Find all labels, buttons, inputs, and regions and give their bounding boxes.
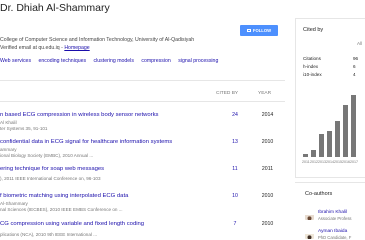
chart-year-label: 2013	[318, 160, 326, 164]
chart-year-label: 2014	[326, 160, 334, 164]
chart-bar-2014	[327, 131, 332, 157]
chart-bar-2015	[335, 121, 340, 157]
article-title[interactable]: confidential data in ECG signal for heal…	[0, 139, 172, 145]
chart-year-label: 2016	[342, 160, 350, 164]
cited-by-header[interactable]: CITED BY	[216, 91, 238, 96]
mail-icon	[246, 29, 251, 32]
coauthor-role: PhD Candidate, F	[318, 235, 352, 240]
chart-year-label: 2015	[334, 160, 342, 164]
article-authors: Al Khalil	[0, 120, 17, 125]
chart-year-label: 2011	[302, 160, 310, 164]
all-column-header: All	[357, 41, 363, 46]
citations-sidebar: Cited by All Citations 96 h-index 6 i10-…	[295, 0, 365, 240]
article-year: 2010	[261, 193, 274, 199]
follow-button[interactable]: FOLLOW	[240, 25, 278, 36]
article-cites[interactable]: 11	[225, 166, 245, 172]
metric-label[interactable]: Citations	[303, 56, 321, 61]
affiliation-text: College of Computer Science and Informat…	[0, 37, 195, 43]
metric-h-index: h-index 6	[303, 64, 356, 69]
article-cites[interactable]: 10	[225, 193, 245, 199]
article-cites[interactable]: 13	[225, 139, 245, 145]
article-year: 2011	[261, 166, 274, 172]
article-title[interactable]: n based ECG compression in wireless body…	[0, 112, 158, 118]
metric-value: 4	[353, 72, 356, 77]
article-authors: Al-Shammary	[0, 201, 28, 206]
chart-bar-2012	[311, 150, 316, 157]
article-venue: ), 2011 IEEE International Conference on…	[0, 176, 101, 181]
avatar[interactable]	[305, 211, 314, 220]
article-cites[interactable]: 24	[225, 112, 245, 118]
divider	[0, 101, 285, 102]
article-cites[interactable]: 7	[225, 221, 245, 227]
verified-email: Verified email at qu.edu.iq -	[0, 44, 65, 51]
article-title[interactable]: f biometric matching using interpolated …	[0, 193, 128, 199]
chart-bar-2017	[351, 95, 356, 157]
chart-bar-2016	[343, 105, 348, 157]
divider	[295, 182, 365, 183]
coauthor-name[interactable]: Ayman Ibaida	[318, 229, 347, 234]
metric-i10-index: i10-index 4	[303, 72, 356, 77]
article-year: 2014	[261, 112, 274, 118]
metric-value: 6	[353, 64, 356, 69]
metric-value: 96	[353, 56, 359, 61]
interest-tag[interactable]: signal processing	[178, 58, 218, 64]
coauthors-title: Co-authors	[305, 191, 333, 197]
interest-tag[interactable]: clustering models	[94, 58, 134, 64]
article-authors: ammary	[0, 147, 17, 152]
avatar[interactable]	[305, 230, 314, 239]
metric-label[interactable]: i10-index	[303, 72, 322, 77]
cited-by-title: Cited by	[303, 27, 324, 33]
profile-main: Dr. Dhiah Al-Shammary FOLLOW College of …	[0, 0, 285, 240]
article-title[interactable]: ering technique for soap web messages	[0, 166, 104, 172]
interest-tag[interactable]: compression	[141, 58, 170, 64]
email-line: Verified email at qu.edu.iq - Homepage	[0, 45, 194, 53]
coauthor-name[interactable]: Ibrahim Khalil	[318, 210, 347, 215]
article-venue: ter Systems 35, 91-101	[0, 126, 48, 131]
follow-label: FOLLOW	[252, 28, 272, 33]
chart-bar-2013	[319, 134, 324, 157]
year-header[interactable]: YEAR	[258, 91, 271, 96]
coauthor-role: Associate Profess	[318, 216, 352, 221]
article-title[interactable]: CG compression using variable and fixed …	[0, 221, 144, 227]
chart-year-label: 2012	[310, 160, 318, 164]
article-venue: nal Sciences (IECBES), 2010 IEEE EMBS Co…	[0, 207, 123, 212]
chart-bar-2011	[303, 154, 308, 157]
homepage-link[interactable]: Homepage	[64, 45, 89, 51]
article-year: 2010	[261, 139, 274, 145]
interest-tag[interactable]: Web services	[0, 58, 31, 64]
interest-tag[interactable]: encoding techniques	[39, 58, 87, 64]
interests: Web services encoding techniques cluster…	[0, 58, 224, 64]
divider	[0, 80, 285, 81]
article-year: 2010	[261, 221, 274, 227]
article-venue: plications (NCA), 2010 9th IEEE Internat…	[0, 232, 98, 237]
profile-name: Dr. Dhiah Al-Shammary	[0, 2, 110, 14]
chart-year-label: 2017	[350, 160, 358, 164]
article-venue: ional Biology Society (EMBC), 2010 Annua…	[0, 153, 94, 158]
metric-label[interactable]: h-index	[303, 64, 318, 69]
metric-citations: Citations 96	[303, 56, 358, 61]
affiliation-block: College of Computer Science and Informat…	[0, 37, 194, 52]
